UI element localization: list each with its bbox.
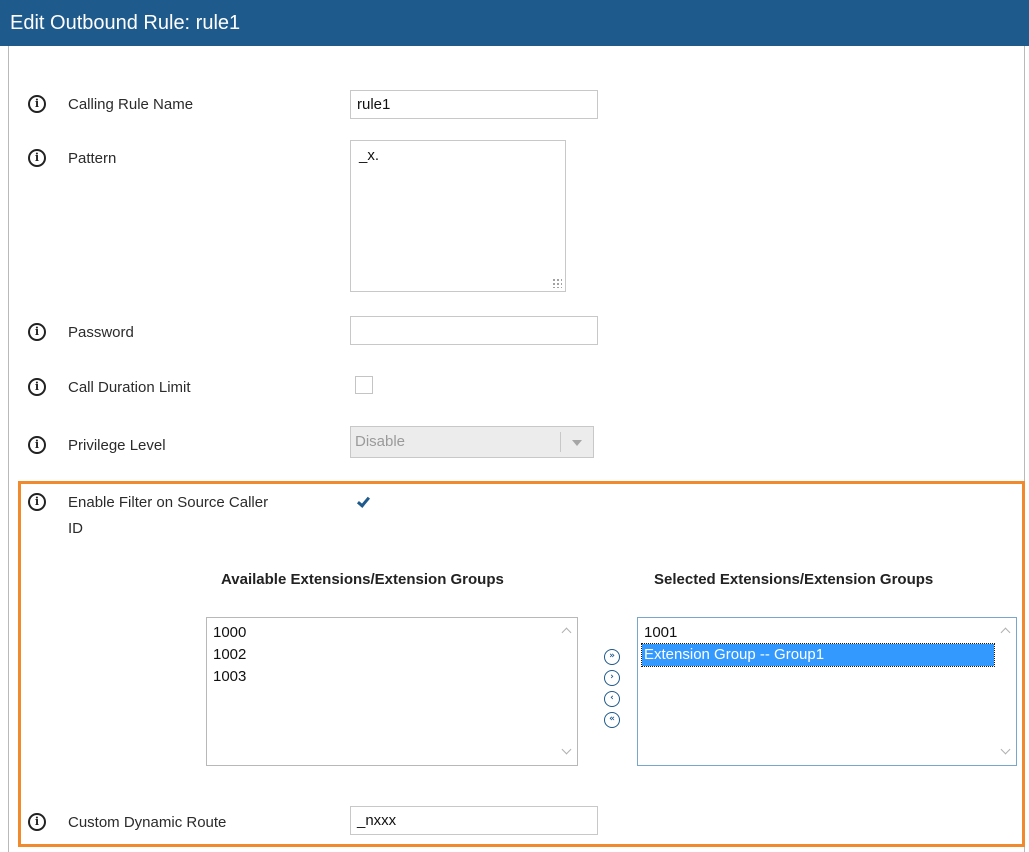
privilege-level-value: Disable (355, 433, 406, 450)
password-input[interactable] (350, 316, 598, 345)
available-extensions-header: Available Extensions/Extension Groups (221, 571, 504, 588)
call-duration-limit-checkbox[interactable] (355, 376, 373, 394)
enable-filter-label-line2: ID (68, 520, 83, 537)
chevron-down-icon[interactable] (572, 440, 582, 446)
info-icon[interactable]: i (28, 149, 46, 167)
move-left-icon[interactable]: ‹ (604, 691, 620, 707)
list-item[interactable]: 1001 (642, 622, 1016, 644)
pattern-textarea[interactable]: _x. (350, 140, 566, 292)
selected-extensions-list[interactable]: 1001 Extension Group -- Group1 (637, 617, 1017, 766)
move-all-right-icon[interactable]: » (604, 649, 620, 665)
list-item[interactable]: 1003 (211, 666, 577, 688)
privilege-level-label: Privilege Level (68, 437, 166, 454)
custom-dynamic-route-label: Custom Dynamic Route (68, 814, 227, 831)
move-all-left-icon[interactable]: « (604, 712, 620, 728)
info-icon[interactable]: i (28, 378, 46, 396)
enable-filter-checkbox[interactable] (355, 494, 373, 513)
password-label: Password (68, 324, 134, 341)
custom-dynamic-route-input[interactable]: _nxxx (350, 806, 598, 835)
enable-filter-label-line1: Enable Filter on Source Caller (68, 494, 269, 511)
select-divider (560, 432, 561, 452)
scroll-down-icon[interactable] (1001, 747, 1011, 757)
list-item-selected[interactable]: Extension Group -- Group1 (641, 643, 995, 667)
list-item[interactable]: 1002 (211, 644, 577, 666)
scroll-down-icon[interactable] (562, 747, 572, 757)
info-icon[interactable]: i (28, 493, 46, 511)
privilege-level-select[interactable]: Disable (350, 426, 594, 458)
pattern-value: _x. (359, 147, 380, 164)
move-right-icon[interactable]: › (604, 670, 620, 686)
scroll-up-icon[interactable] (562, 626, 572, 636)
scroll-up-icon[interactable] (1001, 626, 1011, 636)
selected-extensions-header: Selected Extensions/Extension Groups (654, 571, 934, 588)
resize-grip-icon[interactable] (552, 278, 562, 288)
calling-rule-name-label: Calling Rule Name (68, 96, 194, 113)
dialog-title: Edit Outbound Rule: rule1 (0, 0, 1029, 46)
frame-left-border (8, 46, 9, 852)
info-icon[interactable]: i (28, 436, 46, 454)
checkmark-icon (356, 494, 371, 508)
info-icon[interactable]: i (28, 813, 46, 831)
info-icon[interactable]: i (28, 323, 46, 341)
list-item[interactable]: 1000 (211, 622, 577, 644)
calling-rule-name-input[interactable]: rule1 (350, 90, 598, 119)
available-extensions-list[interactable]: 1000 1002 1003 (206, 617, 578, 766)
info-icon[interactable]: i (28, 95, 46, 113)
pattern-label: Pattern (68, 150, 117, 167)
call-duration-limit-label: Call Duration Limit (68, 379, 191, 396)
